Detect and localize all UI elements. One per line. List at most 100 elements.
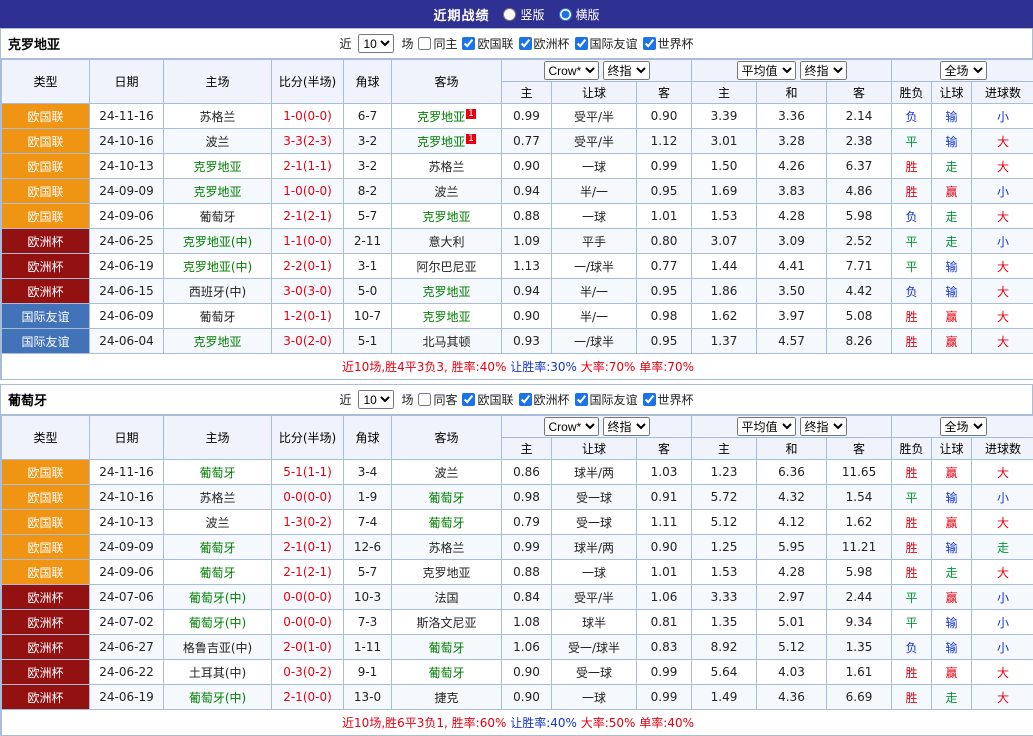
horizontal-radio[interactable] [559, 8, 572, 21]
league-filter-世界杯[interactable]: 世界杯 [643, 35, 694, 52]
league-checkbox[interactable] [643, 393, 656, 406]
match-date: 24-06-04 [90, 329, 164, 354]
team-section: 克罗地亚近10场同主欧国联欧洲杯国际友谊世界杯类型日期主场比分(半场)角球客场C… [0, 28, 1033, 380]
match-date: 24-06-19 [90, 254, 164, 279]
league-checkbox[interactable] [462, 37, 475, 50]
league-filter-欧国联[interactable]: 欧国联 [462, 35, 513, 52]
league-filter-国际友谊[interactable]: 国际友谊 [575, 35, 638, 52]
result-outcome: 平 [892, 610, 932, 635]
same-venue-checkbox[interactable] [418, 393, 431, 406]
match-date: 24-06-09 [90, 304, 164, 329]
league-checkbox[interactable] [643, 37, 656, 50]
team-name: 葡萄牙(中) [189, 616, 246, 630]
league-checkbox[interactable] [462, 393, 475, 406]
avg-final-select[interactable]: 终指 [800, 417, 847, 436]
league-type-badge: 欧国联 [2, 129, 90, 154]
result-handicap: 输 [932, 129, 972, 154]
team-name: 意大利 [428, 235, 464, 249]
league-filter-世界杯[interactable]: 世界杯 [643, 391, 694, 408]
odds-source-select[interactable]: Crow* [544, 417, 599, 436]
team-name: 斯洛文尼亚 [416, 616, 476, 630]
layout-option-vertical[interactable]: 竖版 [503, 6, 544, 23]
league-filter-国际友谊[interactable]: 国际友谊 [575, 391, 638, 408]
away-team: 法国 [392, 585, 502, 610]
recent-count-select[interactable]: 10 [358, 390, 394, 409]
avg-source-select[interactable]: 平均值 [737, 417, 796, 436]
column-header: 客场 [392, 416, 502, 460]
fulltime-scope-select[interactable]: 全场 [940, 61, 987, 80]
away-team: 葡萄牙 [392, 660, 502, 685]
home-team: 波兰 [164, 510, 272, 535]
home-team: 克罗地亚 [164, 154, 272, 179]
result-handicap: 输 [932, 279, 972, 304]
fulltime-scope-select[interactable]: 全场 [940, 417, 987, 436]
odds-away: 0.95 [637, 179, 692, 204]
odds-final-select[interactable]: 终指 [603, 417, 650, 436]
result-outcome: 胜 [892, 329, 932, 354]
same-venue-filter[interactable]: 同主 [418, 35, 457, 52]
page-title: 近期战绩 [433, 5, 489, 24]
avg-odds-away: 7.71 [827, 254, 892, 279]
avg-odds-away: 11.65 [827, 460, 892, 485]
league-checkbox[interactable] [575, 393, 588, 406]
avg-source-select[interactable]: 平均值 [737, 61, 796, 80]
result-outcome: 负 [892, 104, 932, 129]
avg-final-select[interactable]: 终指 [800, 61, 847, 80]
avg-odds-home: 1.44 [692, 254, 757, 279]
avg-odds-home: 1.50 [692, 154, 757, 179]
layout-option-horizontal[interactable]: 横版 [559, 6, 600, 23]
league-filter-欧洲杯[interactable]: 欧洲杯 [519, 391, 570, 408]
result-goals: 小 [972, 179, 1033, 204]
league-type-badge: 欧国联 [2, 104, 90, 129]
league-checkbox[interactable] [519, 393, 532, 406]
recent-count-select[interactable]: 10 [358, 34, 394, 53]
avg-odds-draw: 5.95 [757, 535, 827, 560]
avg-odds-away: 2.14 [827, 104, 892, 129]
result-handicap: 赢 [932, 329, 972, 354]
odds-source-select[interactable]: Crow* [544, 61, 599, 80]
corners: 7-3 [344, 610, 392, 635]
odds-final-select[interactable]: 终指 [603, 61, 650, 80]
same-venue-checkbox[interactable] [418, 37, 431, 50]
team-name: 葡萄牙 [199, 210, 235, 224]
match-score: 0-3(0-2) [272, 660, 344, 685]
odds-home: 0.99 [502, 535, 552, 560]
result-goals: 大 [972, 129, 1033, 154]
result-goals: 大 [972, 254, 1033, 279]
column-header: 比分(半场) [272, 416, 344, 460]
result-handicap: 输 [932, 485, 972, 510]
vertical-radio[interactable] [503, 8, 516, 21]
avg-odds-home: 5.12 [692, 510, 757, 535]
team-name: 波兰 [434, 466, 458, 480]
league-filter-label: 欧国联 [477, 391, 513, 408]
same-venue-label: 同客 [433, 391, 457, 408]
avg-odds-home: 1.49 [692, 685, 757, 710]
corners: 10-7 [344, 304, 392, 329]
match-score: 2-1(2-1) [272, 204, 344, 229]
sub-column-header: 胜负 [892, 82, 932, 104]
result-goals: 走 [972, 535, 1033, 560]
league-checkbox[interactable] [519, 37, 532, 50]
avg-odds-home: 1.35 [692, 610, 757, 635]
league-type-badge: 欧洲杯 [2, 660, 90, 685]
table-row: 欧洲杯24-06-22土耳其(中)0-3(0-2)9-1葡萄牙0.90受一球0.… [2, 660, 1033, 685]
league-filter-欧国联[interactable]: 欧国联 [462, 391, 513, 408]
avg-odds-away: 4.86 [827, 179, 892, 204]
table-row: 欧国联24-10-16苏格兰0-0(0-0)1-9葡萄牙0.98受一球0.915… [2, 485, 1033, 510]
header-group: Crow*终指 [502, 60, 692, 82]
league-checkbox[interactable] [575, 37, 588, 50]
odds-away: 1.06 [637, 585, 692, 610]
table-row: 国际友谊24-06-09葡萄牙1-2(0-1)10-7克罗地亚0.90半/一0.… [2, 304, 1033, 329]
match-score: 1-3(0-2) [272, 510, 344, 535]
odds-home: 0.88 [502, 560, 552, 585]
section-header-band: 克罗地亚近10场同主欧国联欧洲杯国际友谊世界杯 [1, 29, 1032, 59]
same-venue-filter[interactable]: 同客 [418, 391, 457, 408]
column-header: 类型 [2, 416, 90, 460]
odds-home: 1.06 [502, 635, 552, 660]
avg-odds-home: 8.92 [692, 635, 757, 660]
avg-odds-draw: 4.28 [757, 560, 827, 585]
league-filter-欧洲杯[interactable]: 欧洲杯 [519, 35, 570, 52]
result-outcome: 负 [892, 635, 932, 660]
team-name: 克罗地亚 [422, 210, 470, 224]
odds-home: 0.94 [502, 179, 552, 204]
